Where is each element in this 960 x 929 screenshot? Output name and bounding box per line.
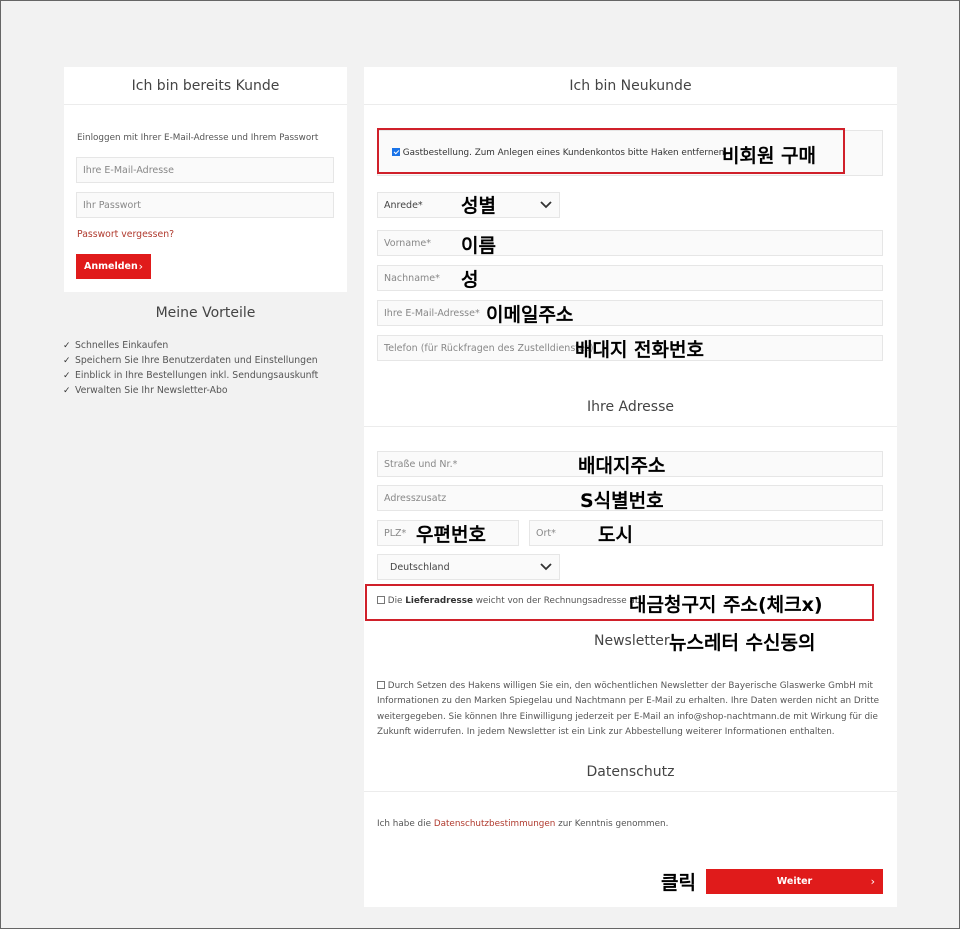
login-password-input[interactable]: Ihr Passwort bbox=[76, 192, 334, 218]
annotation-first-name: 이름 bbox=[461, 235, 496, 257]
privacy-suffix: zur Kenntnis genommen. bbox=[555, 819, 669, 829]
continue-button[interactable]: Weiter › bbox=[706, 869, 883, 894]
chevron-down-icon bbox=[540, 563, 552, 571]
register-title: Ich bin Neukunde bbox=[569, 78, 692, 94]
login-panel: Ich bin bereits Kunde Einloggen mit Ihre… bbox=[64, 67, 347, 292]
email-placeholder: Ihre E-Mail-Adresse* bbox=[384, 307, 480, 319]
login-button[interactable]: Anmelden › bbox=[76, 254, 151, 279]
address-title: Ihre Adresse bbox=[587, 399, 674, 415]
annotation-click: 클릭 bbox=[661, 872, 696, 894]
newsletter-text: Durch Setzen des Hakens willigen Sie ein… bbox=[377, 681, 880, 738]
chevron-down-icon bbox=[540, 201, 552, 209]
annotation-address-extra: S식별번호 bbox=[580, 490, 664, 512]
privacy-title: Datenschutz bbox=[586, 764, 675, 780]
annotation-street: 배대지주소 bbox=[578, 455, 666, 477]
chevron-right-icon: › bbox=[870, 875, 875, 888]
forgot-password-link[interactable]: Passwort vergessen? bbox=[77, 229, 174, 240]
login-email-placeholder: Ihre E-Mail-Adresse bbox=[83, 164, 174, 176]
address-extra-placeholder: Adresszusatz bbox=[384, 492, 447, 504]
salutation-value: Anrede* bbox=[384, 199, 423, 211]
country-select[interactable]: Deutschland bbox=[377, 554, 560, 580]
annotation-salutation: 성별 bbox=[461, 195, 496, 217]
annotation-guest: 비회원 구매 bbox=[722, 145, 817, 167]
privacy-link[interactable]: Datenschutzbestimmungen bbox=[434, 819, 556, 829]
city-input[interactable]: Ort* bbox=[529, 520, 883, 546]
checkbox-unchecked-icon[interactable] bbox=[377, 680, 385, 689]
street-placeholder: Straße und Nr.* bbox=[384, 458, 458, 470]
check-icon: ✓ bbox=[63, 356, 71, 366]
check-icon: ✓ bbox=[63, 371, 71, 381]
login-email-input[interactable]: Ihre E-Mail-Adresse bbox=[76, 157, 334, 183]
annotation-newsletter: 뉴스레터 수신동의 bbox=[669, 632, 816, 654]
divider bbox=[64, 104, 347, 105]
continue-button-label: Weiter bbox=[776, 876, 813, 887]
divider bbox=[364, 104, 897, 105]
annotation-billing: 대금청구지 주소(체크x) bbox=[629, 594, 823, 616]
benefit-label: Schnelles Einkaufen bbox=[75, 340, 169, 351]
benefit-label: Einblick in Ihre Bestellungen inkl. Send… bbox=[75, 370, 319, 381]
divider bbox=[364, 426, 897, 427]
last-name-input[interactable]: Nachname* bbox=[377, 265, 883, 291]
check-icon: ✓ bbox=[63, 386, 71, 396]
last-name-placeholder: Nachname* bbox=[384, 272, 440, 284]
benefit-item: ✓ Speichern Sie Ihre Benutzerdaten und Ei… bbox=[63, 355, 318, 366]
benefits-title: Meine Vorteile bbox=[155, 305, 256, 321]
benefit-item: ✓ Einblick in Ihre Bestellungen inkl. Sen… bbox=[63, 370, 318, 381]
benefit-item: ✓ Verwalten Sie Ihr Newsletter-Abo bbox=[63, 385, 228, 396]
annotation-zip: 우편번호 bbox=[416, 524, 486, 546]
login-intro: Einloggen mit Ihrer E-Mail-Adresse und I… bbox=[77, 133, 319, 143]
divider bbox=[364, 791, 897, 792]
privacy-text: Ich habe die Datenschutzbestimmungen zur… bbox=[377, 819, 668, 829]
privacy-prefix: Ich habe die bbox=[377, 819, 434, 829]
chevron-right-icon: › bbox=[138, 260, 143, 273]
city-placeholder: Ort* bbox=[536, 527, 556, 539]
annotation-city: 도시 bbox=[598, 524, 633, 546]
newsletter-consent[interactable]: Durch Setzen des Hakens willigen Sie ein… bbox=[377, 679, 882, 741]
newsletter-title: Newsletter bbox=[594, 633, 670, 649]
login-password-placeholder: Ihr Passwort bbox=[83, 199, 141, 211]
annotation-last-name: 성 bbox=[461, 269, 479, 291]
first-name-input[interactable]: Vorname* bbox=[377, 230, 883, 256]
country-value: Deutschland bbox=[390, 561, 450, 573]
phone-placeholder: Telefon (für Rückfragen des Zustelldiens… bbox=[384, 342, 594, 354]
first-name-placeholder: Vorname* bbox=[384, 237, 432, 249]
annotation-email: 이메일주소 bbox=[486, 304, 574, 326]
benefit-item: ✓ Schnelles Einkaufen bbox=[63, 340, 168, 351]
benefit-label: Speichern Sie Ihre Benutzerdaten und Ein… bbox=[75, 355, 318, 366]
check-icon: ✓ bbox=[63, 341, 71, 351]
login-title: Ich bin bereits Kunde bbox=[131, 78, 280, 94]
benefit-label: Verwalten Sie Ihr Newsletter-Abo bbox=[75, 385, 228, 396]
annotation-phone: 배대지 전화번호 bbox=[575, 339, 704, 361]
login-button-label: Anmelden bbox=[84, 261, 138, 272]
email-input[interactable]: Ihre E-Mail-Adresse* bbox=[377, 300, 883, 326]
zip-placeholder: PLZ* bbox=[384, 527, 407, 539]
